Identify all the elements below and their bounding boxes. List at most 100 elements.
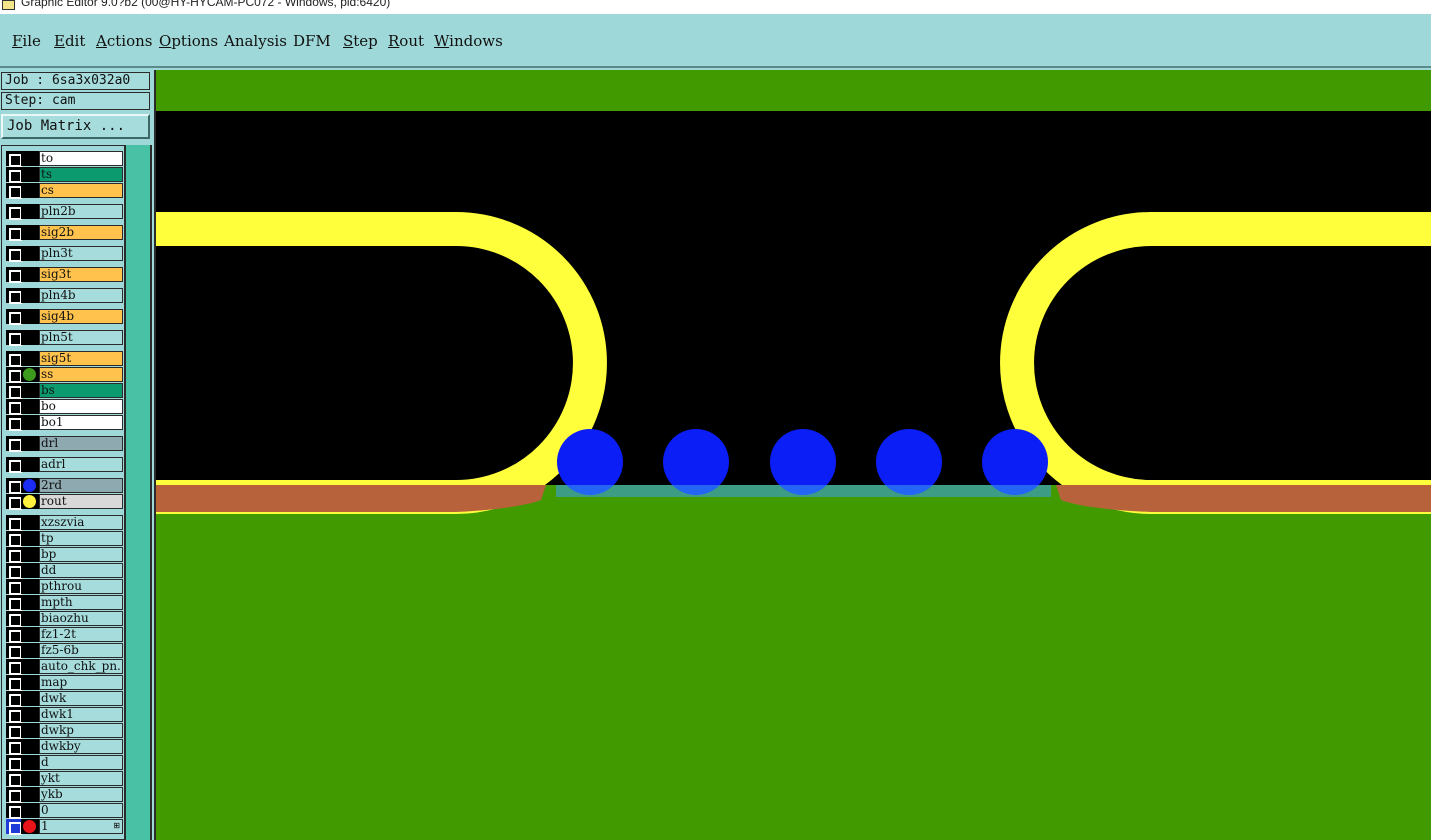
layer-checkbox[interactable] bbox=[6, 436, 22, 452]
layer-name[interactable]: ss bbox=[39, 367, 123, 382]
layer-row-pln2b[interactable]: pln2b bbox=[4, 204, 123, 220]
layer-color-swatch[interactable] bbox=[21, 819, 39, 834]
layer-row-2rd[interactable]: 2rd bbox=[4, 478, 123, 494]
layer-row-map[interactable]: map bbox=[4, 675, 123, 691]
layer-name[interactable]: ykt bbox=[39, 771, 123, 786]
layer-checkbox[interactable] bbox=[6, 383, 22, 399]
layer-row-ykb[interactable]: ykb bbox=[4, 787, 123, 803]
layer-name[interactable]: cs bbox=[39, 183, 123, 198]
layer-color-swatch[interactable] bbox=[21, 457, 39, 472]
layer-color-swatch[interactable] bbox=[21, 415, 39, 430]
layer-color-swatch[interactable] bbox=[21, 675, 39, 690]
layer-color-swatch[interactable] bbox=[21, 246, 39, 261]
layer-color-swatch[interactable] bbox=[21, 803, 39, 818]
layer-checkbox[interactable] bbox=[6, 691, 22, 707]
layer-name[interactable]: tp bbox=[39, 531, 123, 546]
layer-name[interactable]: pln2b bbox=[39, 204, 123, 219]
layer-row-sig4b[interactable]: sig4b bbox=[4, 309, 123, 325]
layer-name[interactable]: auto_chk_pn. bbox=[39, 659, 123, 674]
layer-checkbox[interactable] bbox=[6, 225, 22, 241]
layer-row-dwkp[interactable]: dwkp bbox=[4, 723, 123, 739]
layer-checkbox[interactable] bbox=[6, 611, 22, 627]
menu-actions[interactable]: Actions bbox=[96, 32, 152, 50]
layer-row-fz5-6b[interactable]: fz5-6b bbox=[4, 643, 123, 659]
layer-checkbox[interactable] bbox=[6, 330, 22, 346]
layer-color-swatch[interactable] bbox=[21, 755, 39, 770]
layer-row-pln4b[interactable]: pln4b bbox=[4, 288, 123, 304]
layer-row-0[interactable]: 0 bbox=[4, 803, 123, 819]
layer-name[interactable]: bo1 bbox=[39, 415, 123, 430]
layer-color-swatch[interactable] bbox=[21, 787, 39, 802]
layer-color-swatch[interactable] bbox=[21, 659, 39, 674]
layer-checkbox[interactable] bbox=[6, 787, 22, 803]
layer-color-swatch[interactable] bbox=[21, 643, 39, 658]
layer-color-swatch[interactable] bbox=[21, 691, 39, 706]
layer-checkbox[interactable] bbox=[6, 267, 22, 283]
layer-name[interactable]: dwk1 bbox=[39, 707, 123, 722]
layer-name[interactable]: to bbox=[39, 151, 123, 166]
layer-checkbox[interactable] bbox=[6, 563, 22, 579]
layer-name[interactable]: d bbox=[39, 755, 123, 770]
layer-row-1[interactable]: 1 ⊞ bbox=[4, 819, 123, 835]
layer-checkbox[interactable] bbox=[6, 723, 22, 739]
layer-color-swatch[interactable] bbox=[21, 436, 39, 451]
menu-step[interactable]: Step bbox=[343, 32, 378, 50]
layer-color-swatch[interactable] bbox=[21, 739, 39, 754]
layer-checkbox[interactable] bbox=[6, 595, 22, 611]
layer-checkbox[interactable] bbox=[6, 643, 22, 659]
layer-name[interactable]: adrl bbox=[39, 457, 123, 472]
layer-name[interactable]: pln4b bbox=[39, 288, 123, 303]
layer-checkbox[interactable] bbox=[6, 309, 22, 325]
menu-file[interactable]: File bbox=[12, 32, 41, 50]
job-matrix-button[interactable]: Job Matrix ... bbox=[1, 114, 150, 139]
layer-color-swatch[interactable] bbox=[21, 771, 39, 786]
layer-row-bp[interactable]: bp bbox=[4, 547, 123, 563]
layer-color-swatch[interactable] bbox=[21, 531, 39, 546]
layer-checkbox[interactable] bbox=[6, 288, 22, 304]
layer-name[interactable]: drl bbox=[39, 436, 123, 451]
layer-color-swatch[interactable] bbox=[21, 383, 39, 398]
layer-row-bo[interactable]: bo bbox=[4, 399, 123, 415]
layer-name[interactable]: mpth bbox=[39, 595, 123, 610]
layer-color-swatch[interactable] bbox=[21, 515, 39, 530]
layer-color-swatch[interactable] bbox=[21, 595, 39, 610]
layer-name[interactable]: rout bbox=[39, 494, 123, 509]
layer-name[interactable]: ykb bbox=[39, 787, 123, 802]
layer-name[interactable]: map bbox=[39, 675, 123, 690]
layer-color-swatch[interactable] bbox=[21, 330, 39, 345]
layer-checkbox[interactable] bbox=[6, 167, 22, 183]
layer-row-dd[interactable]: dd bbox=[4, 563, 123, 579]
layer-list-scrollbar[interactable] bbox=[125, 145, 152, 840]
layer-name[interactable]: 2rd bbox=[39, 478, 123, 493]
layer-color-swatch[interactable] bbox=[21, 723, 39, 738]
layer-row-tp[interactable]: tp bbox=[4, 531, 123, 547]
layer-checkbox[interactable] bbox=[6, 579, 22, 595]
layer-color-swatch[interactable] bbox=[21, 204, 39, 219]
layer-row-pln3t[interactable]: pln3t bbox=[4, 246, 123, 262]
layer-color-swatch[interactable] bbox=[21, 494, 39, 509]
layer-row-adrl[interactable]: adrl bbox=[4, 457, 123, 473]
layer-row-xzszvia[interactable]: xzszvia bbox=[4, 515, 123, 531]
layer-name[interactable]: bo bbox=[39, 399, 123, 414]
layer-name[interactable]: 0 bbox=[39, 803, 123, 818]
layer-name[interactable]: sig3t bbox=[39, 267, 123, 282]
layer-checkbox[interactable] bbox=[6, 675, 22, 691]
layer-color-swatch[interactable] bbox=[21, 167, 39, 182]
layer-checkbox[interactable] bbox=[6, 183, 22, 199]
layer-row-ts[interactable]: ts bbox=[4, 167, 123, 183]
layer-checkbox[interactable] bbox=[6, 151, 22, 167]
menu-dfm[interactable]: DFM bbox=[293, 32, 331, 50]
layer-color-swatch[interactable] bbox=[21, 309, 39, 324]
layer-name[interactable]: pln3t bbox=[39, 246, 123, 261]
layer-name[interactable]: sig4b bbox=[39, 309, 123, 324]
layer-name[interactable]: xzszvia bbox=[39, 515, 123, 530]
layer-row-dwkby[interactable]: dwkby bbox=[4, 739, 123, 755]
layer-checkbox[interactable] bbox=[6, 399, 22, 415]
layer-row-d[interactable]: d bbox=[4, 755, 123, 771]
layer-color-swatch[interactable] bbox=[21, 151, 39, 166]
layer-checkbox[interactable] bbox=[6, 771, 22, 787]
layer-row-sig3t[interactable]: sig3t bbox=[4, 267, 123, 283]
layer-row-sig5t[interactable]: sig5t bbox=[4, 351, 123, 367]
layer-row-pln5t[interactable]: pln5t bbox=[4, 330, 123, 346]
layer-color-swatch[interactable] bbox=[21, 183, 39, 198]
